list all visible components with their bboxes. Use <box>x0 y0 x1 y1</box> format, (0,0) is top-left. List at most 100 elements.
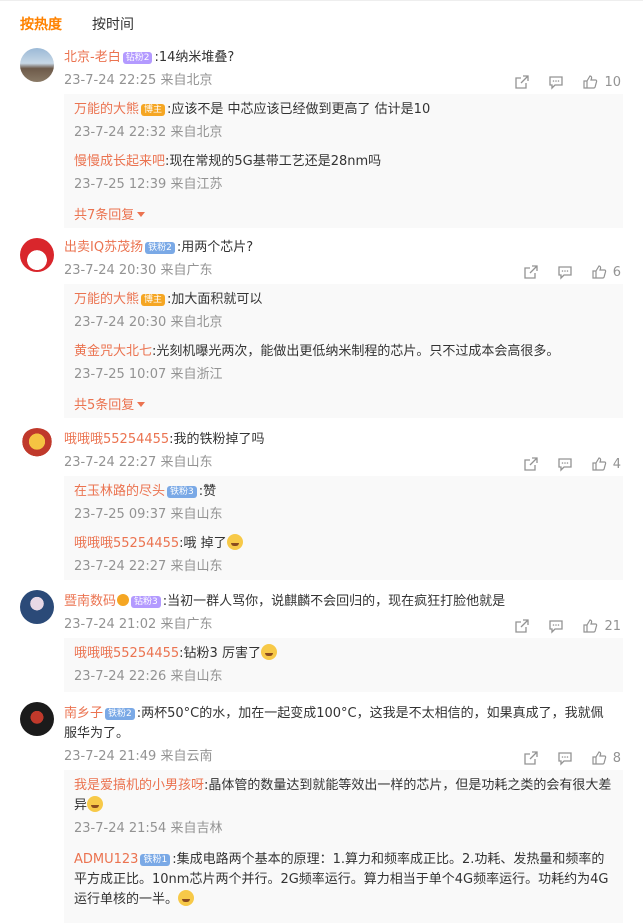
reply-meta: 23-7-24 20:30 来自北京 <box>74 315 223 330</box>
laughing-emoji-icon <box>178 890 195 906</box>
caret-down-icon <box>137 212 146 217</box>
reply-text: :加大面积就可以 <box>167 292 263 307</box>
avatar[interactable] <box>20 48 54 82</box>
comment-icon <box>549 620 564 634</box>
top-divider <box>0 0 643 1</box>
more-replies-link[interactable]: 共7条回复 <box>74 204 146 223</box>
avatar[interactable] <box>20 238 54 272</box>
reply-meta: 23-7-25 10:07 来自浙江 <box>74 367 223 382</box>
share-icon <box>524 457 538 471</box>
share-button[interactable] <box>523 264 539 280</box>
commenter-name[interactable]: 北京-老白 <box>64 50 121 65</box>
fan-badge: 铁粉2 <box>105 708 135 720</box>
crying-emoji-icon <box>226 534 243 550</box>
blogger-badge: 博主 <box>141 104 166 116</box>
reply-text-line-2: 异 <box>74 798 88 813</box>
reply-text: :赞 <box>198 484 217 499</box>
reply-meta: 23-7-25 09:37 来自山东 <box>74 507 223 522</box>
comment-actions: 10 <box>514 74 621 90</box>
comment-actions: 21 <box>514 618 621 634</box>
reply-box: 在玉林路的尽头 铁粉3:赞 23-7-25 09:37 来自山东 哦哦哦55254… <box>64 476 623 580</box>
like-button[interactable]: 6 <box>591 264 621 280</box>
vip-icon <box>117 594 130 606</box>
share-button[interactable] <box>514 618 530 634</box>
replier-name[interactable]: 哦哦哦55254455 <box>74 646 179 661</box>
reply-meta: 23-7-24 22:32 来自北京 <box>74 125 223 140</box>
comment-text: :用两个芯片? <box>176 240 254 255</box>
like-button[interactable]: 8 <box>591 750 621 766</box>
replier-name[interactable]: 在玉林路的尽头 <box>74 484 165 499</box>
reply-box: 万能的大熊 博主:加大面积就可以 23-7-24 20:30 来自北京 黄金咒大北… <box>64 284 623 418</box>
tab-by-hot[interactable]: 按热度 <box>20 14 62 34</box>
more-replies-label: 共5条回复 <box>74 398 135 413</box>
replier-name[interactable]: 慢慢成长起来吧 <box>74 154 165 169</box>
comment-icon <box>558 752 572 766</box>
avatar[interactable] <box>20 428 54 462</box>
avatar[interactable] <box>20 702 54 736</box>
share-button[interactable] <box>523 750 539 766</box>
share-button[interactable] <box>523 456 539 472</box>
comment-actions: 4 <box>523 456 621 472</box>
reply: 万能的大熊 博主:加大面积就可以 23-7-24 20:30 来自北京 <box>74 290 615 333</box>
avatar[interactable] <box>20 590 54 624</box>
like-count: 6 <box>612 264 621 280</box>
comment-text: :当初一群人骂你，说麒麟不会回归的，现在疯狂打脸他就是 <box>162 594 506 609</box>
reply-text: :晶体管的数量达到就能等效出一样的芯片，但是功耗之类的会有很大差 <box>204 778 612 793</box>
reply: 在玉林路的尽头 铁粉3:赞 23-7-25 09:37 来自山东 <box>74 482 615 525</box>
share-icon <box>524 265 538 279</box>
like-button[interactable]: 21 <box>582 618 621 634</box>
share-button[interactable] <box>514 74 530 90</box>
more-replies-label: 共7条回复 <box>74 208 135 223</box>
comment-button[interactable] <box>548 618 564 634</box>
comment-icon <box>558 458 572 472</box>
comment-text-line-2: 服华为了。 <box>64 726 130 741</box>
reply-box: 万能的大熊 博主:应该不是 中芯应该已经做到更高了 估计是10 23-7-24 2… <box>64 94 623 228</box>
thumbs-up-icon <box>583 619 598 633</box>
like-count: 8 <box>612 750 621 766</box>
reply-meta: 23-7-25 12:39 来自江苏 <box>74 177 223 192</box>
thumbs-up-icon <box>592 751 606 765</box>
replier-name[interactable]: 万能的大熊 <box>74 102 139 117</box>
commenter-name[interactable]: 出卖IQ苏茂扬 <box>64 240 143 255</box>
comment-button[interactable] <box>557 456 573 472</box>
reply: ADMU123 铁粉1:集成电路两个基本的原理：1.算力和频率成正比。2.功耗、发… <box>74 850 615 910</box>
comment-button[interactable] <box>557 750 573 766</box>
replier-name[interactable]: 黄金咒大北七 <box>74 344 152 359</box>
replier-name[interactable]: 哦哦哦55254455 <box>74 536 179 551</box>
reply-meta: 23-7-24 21:54 来自吉林 <box>74 821 223 836</box>
fan-badge: 铁粉3 <box>167 486 197 498</box>
reply: 我是爱搞机的小男孩呀:晶体管的数量达到就能等效出一样的芯片，但是功耗之类的会有很… <box>74 776 615 839</box>
reply: 慢慢成长起来吧:现在常规的5G基带工艺还是28nm吗 23-7-25 12:39… <box>74 152 615 195</box>
like-count: 10 <box>604 74 621 90</box>
comment-text: :14纳米堆叠? <box>154 50 235 65</box>
laughing-emoji-icon <box>87 796 104 812</box>
commenter-name[interactable]: 哦哦哦55254455 <box>64 432 169 447</box>
reply-text: :钻粉3 厉害了 <box>179 646 261 661</box>
more-replies-link[interactable]: 共5条回复 <box>74 394 146 413</box>
like-button[interactable]: 4 <box>591 456 621 472</box>
replier-name[interactable]: 我是爱搞机的小男孩呀 <box>74 778 204 793</box>
share-icon <box>515 619 530 633</box>
tab-by-time[interactable]: 按时间 <box>92 14 134 34</box>
comment-actions: 8 <box>523 750 621 766</box>
blogger-badge: 博主 <box>141 294 166 306</box>
fan-badge: 铁粉2 <box>145 242 175 254</box>
reply: 哦哦哦55254455:哦 掉了 23-7-24 22:27 来自山东 <box>74 534 615 577</box>
reply-text-line-2: 平方成正比。10nm芯片两个并行。2G频率运行。算力相当于单个4G频率运行。功耗… <box>74 872 609 887</box>
reply-meta: 23-7-24 22:27 来自山东 <box>74 559 223 574</box>
commenter-name[interactable]: 南乡子 <box>64 706 103 721</box>
like-button[interactable]: 10 <box>582 74 621 90</box>
reply-text: :光刻机曝光两次，能做出更低纳米制程的芯片。只不过成本会高很多。 <box>152 344 560 359</box>
replier-name[interactable]: ADMU123 <box>74 852 138 867</box>
share-icon <box>515 75 530 89</box>
thumbs-up-icon <box>583 75 598 89</box>
laughing-emoji-icon <box>260 644 277 660</box>
reply-box: 我是爱搞机的小男孩呀:晶体管的数量达到就能等效出一样的芯片，但是功耗之类的会有很… <box>64 770 623 923</box>
commenter-name[interactable]: 暨南数码 <box>64 594 116 609</box>
replier-name[interactable]: 万能的大熊 <box>74 292 139 307</box>
comment-button[interactable] <box>548 74 564 90</box>
comment-button[interactable] <box>557 264 573 280</box>
reply-text-line-3: 运行单核的一半。 <box>74 892 179 907</box>
reply-box: 哦哦哦55254455:钻粉3 厉害了 23-7-24 22:26 来自山东 <box>64 638 623 692</box>
thumbs-up-icon <box>592 457 606 471</box>
